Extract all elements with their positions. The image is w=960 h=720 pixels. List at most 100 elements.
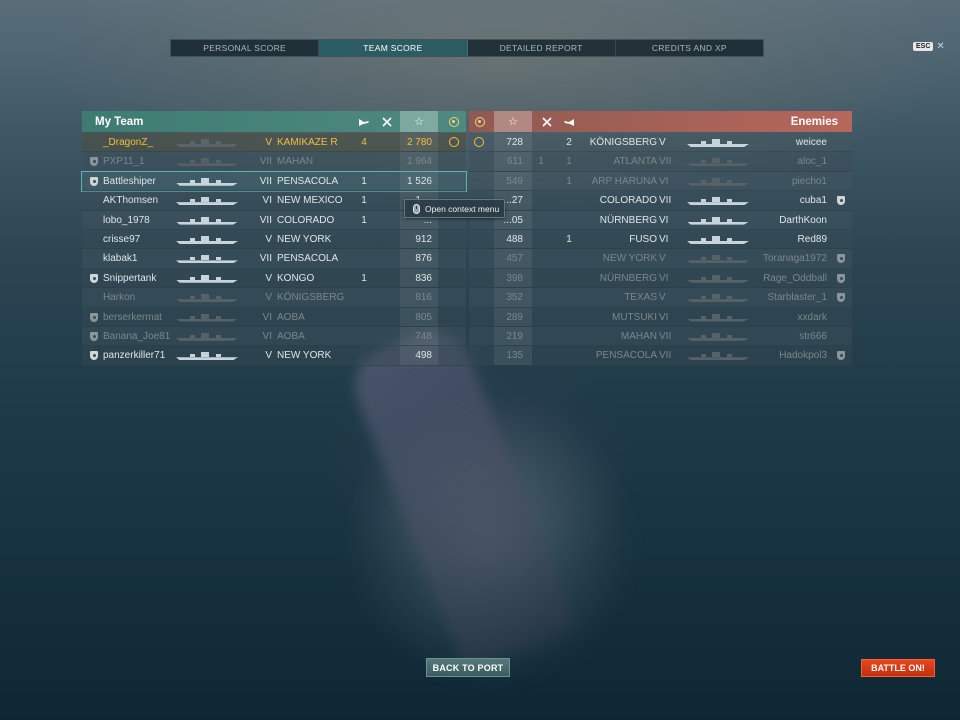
- ship-name: NÜRNBERG: [599, 272, 657, 284]
- rank-badge-icon: [90, 157, 98, 167]
- planes-count: 4: [361, 137, 367, 148]
- planes-count: [354, 327, 374, 346]
- close-icon[interactable]: ✕: [936, 41, 944, 52]
- ships-count: [531, 133, 551, 152]
- planes-count: 1: [361, 272, 367, 284]
- score-value: 876: [415, 253, 432, 265]
- table-row[interactable]: Battleshiper VII PENSACOLA 1 1 526: [81, 170, 467, 193]
- ships-count: [531, 249, 551, 268]
- ship-tier: V: [265, 137, 272, 148]
- table-row[interactable]: _DragonZ_ V KAMIKAZE R 4 2 780: [82, 133, 466, 153]
- ship-name: KÖNIGSBERG: [277, 292, 345, 304]
- tab-detailed-report[interactable]: DETAILED REPORT: [468, 40, 616, 56]
- score-value: 488: [506, 233, 523, 245]
- score-value: 1 964: [406, 156, 432, 168]
- table-row[interactable]: 398 NÜRNBERG VI Rage_Oddball: [469, 268, 852, 289]
- table-row[interactable]: 457 NEW YORK V Toranaga1972: [469, 249, 852, 269]
- ship-silhouette-icon: [687, 313, 749, 322]
- ship-tier: V: [265, 272, 272, 284]
- ship-tier: VII: [259, 156, 272, 168]
- ship-silhouette-icon: [687, 274, 749, 283]
- table-row[interactable]: ...27 COLORADO VII cuba1: [469, 191, 852, 211]
- ship-name: NEW YORK: [277, 233, 332, 245]
- ship-kill-icon: [377, 111, 397, 132]
- table-row[interactable]: crisse97 V NEW YORK 912: [82, 229, 466, 250]
- esc-close[interactable]: ESC ✕: [913, 41, 945, 52]
- score-value: 912: [415, 233, 432, 245]
- player-name: AKThomsen: [103, 195, 159, 207]
- ship-name: AOBA: [277, 311, 305, 323]
- ship-name: ARP HARUNA: [591, 175, 657, 187]
- table-row[interactable]: Banana_Joe81 VI AOBA 748: [82, 326, 466, 347]
- ship-silhouette-icon: [176, 274, 238, 283]
- planes-count: [559, 249, 579, 268]
- player-name: _DragonZ_: [103, 137, 154, 148]
- tab-personal-score[interactable]: PERSONAL SCORE: [171, 40, 320, 56]
- planes-count: [354, 230, 374, 249]
- player-name: crisse97: [103, 233, 141, 245]
- ship-tier: VI: [262, 330, 272, 342]
- score-value: 498: [415, 350, 432, 362]
- ship-silhouette-icon: [176, 139, 238, 147]
- ship-name: ATLANTA: [613, 156, 657, 168]
- ship-name: NÜRNBERG: [599, 214, 657, 226]
- my-team-title: My Team: [95, 115, 144, 128]
- rank-badge-icon: [837, 293, 845, 303]
- table-row[interactable]: 135 PENSACOLA VII Hadokpol3: [469, 346, 852, 366]
- tab-team-score[interactable]: TEAM SCORE: [319, 40, 468, 56]
- ship-name: TEXAS: [624, 292, 657, 304]
- ship-tier: VI: [659, 233, 669, 245]
- ship-tier: V: [659, 292, 666, 304]
- player-name: Harkon: [103, 292, 136, 304]
- ship-name: COLORADO: [277, 214, 335, 226]
- ship-tier: VII: [259, 253, 272, 265]
- score-value: 748: [415, 330, 432, 342]
- planes-count: [559, 211, 579, 230]
- player-name: PXP11_1: [103, 156, 145, 168]
- table-row[interactable]: 219 MAHAN VII str666: [469, 326, 852, 347]
- table-row[interactable]: berserkermat VI AOBA 805: [82, 307, 466, 327]
- player-name: Toranaga1972: [763, 253, 827, 265]
- ship-silhouette-icon: [176, 294, 238, 303]
- planes-count: 1: [566, 233, 572, 245]
- ship-name: KAMIKAZE R: [277, 137, 338, 148]
- table-row[interactable]: 488 1 FUSO VI Red89: [469, 229, 852, 250]
- planes-count: [559, 288, 579, 307]
- table-row[interactable]: 611 1 1 ATLANTA VII aloc_1: [469, 152, 852, 172]
- tab-credits-xp[interactable]: CREDITS AND XP: [616, 40, 763, 56]
- table-row[interactable]: 289 MUTSUKI VI xxdark: [469, 307, 852, 327]
- table-row[interactable]: PXP11_1 VII MAHAN 1 964: [82, 152, 466, 172]
- player-name: Hadokpol3: [779, 350, 827, 362]
- player-name: str666: [799, 330, 827, 342]
- ships-count: [531, 308, 551, 327]
- table-row[interactable]: Snippertank V KONGO 1 836: [82, 268, 466, 289]
- ships-count: [531, 230, 551, 249]
- table-row[interactable]: klabak1 VII PENSACOLA 876: [82, 249, 466, 269]
- ship-tier: V: [659, 137, 666, 148]
- table-row[interactable]: 352 TEXAS V Starblaster_1: [469, 288, 852, 308]
- table-row[interactable]: Harkon V KÖNIGSBERG 816: [82, 288, 466, 308]
- planes-count: [354, 249, 374, 268]
- planes-count: [559, 327, 579, 346]
- planes-count: 1: [361, 214, 367, 226]
- ship-name: FUSO: [629, 233, 657, 245]
- back-to-port-button[interactable]: BACK TO PORT: [426, 658, 510, 677]
- ship-silhouette-icon: [176, 332, 238, 341]
- ship-tier: VII: [659, 350, 672, 362]
- enemies-title: Enemies: [790, 115, 838, 128]
- context-menu-tooltip[interactable]: Open context menu: [404, 199, 505, 218]
- ship-silhouette-icon: [687, 177, 749, 186]
- ship-tier: VI: [659, 175, 669, 187]
- ship-silhouette-icon: [176, 177, 238, 186]
- ship-silhouette-icon: [176, 235, 238, 244]
- table-row[interactable]: 728 2 KÖNIGSBERG Vweicee: [469, 133, 852, 153]
- planes-count: [559, 269, 579, 288]
- table-row[interactable]: panzerkiller71 V NEW YORK 498: [82, 346, 466, 366]
- player-name: Starblaster_1: [767, 292, 827, 304]
- planes-count: [354, 346, 374, 365]
- table-row[interactable]: 549 1 ARP HARUNA VI piecho1: [469, 171, 852, 192]
- ships-count: [531, 327, 551, 346]
- battle-on-button[interactable]: BATTLE ON!: [861, 659, 935, 677]
- ships-count: [531, 172, 551, 191]
- table-row[interactable]: ...05 NÜRNBERG VI DarthKoon: [469, 210, 852, 230]
